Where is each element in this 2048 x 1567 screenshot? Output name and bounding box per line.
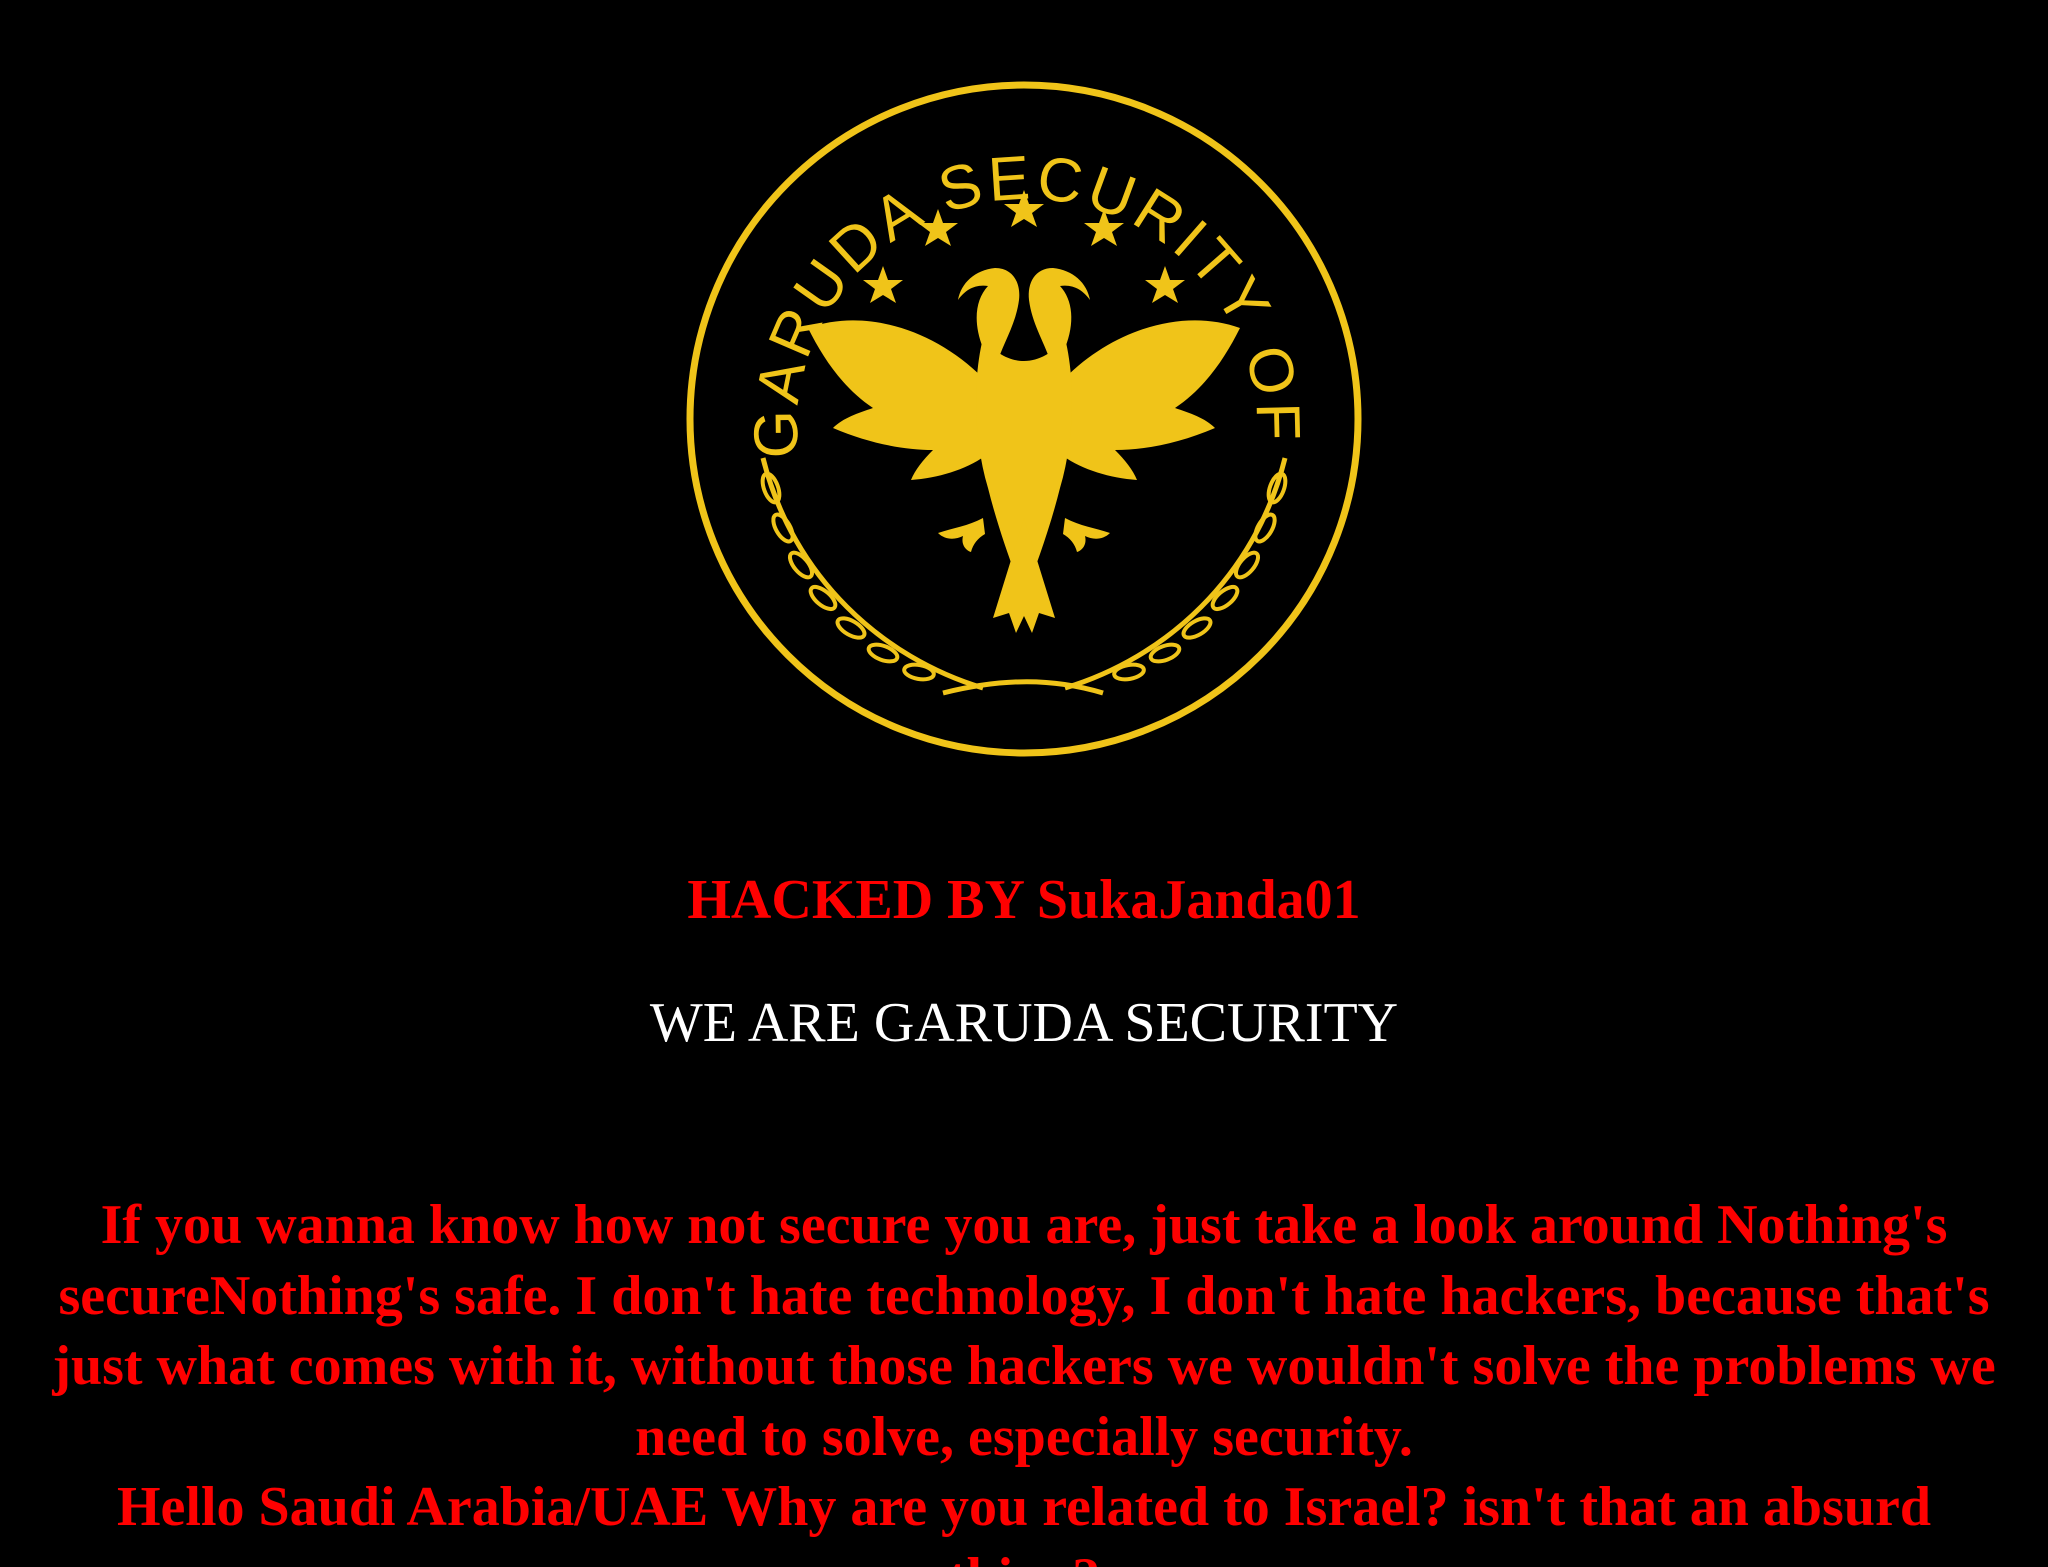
message-paragraph: If you wanna know how not secure you are… — [52, 1194, 1996, 1468]
emblem-svg: GARUDA SECURITY OFFICIAL — [683, 78, 1362, 757]
garuda-security-emblem: GARUDA SECURITY OFFICIAL — [683, 78, 1365, 760]
message-line-2: Hello Saudi Arabia/UAE Why are you relat… — [117, 1476, 1931, 1567]
double-headed-eagle-icon — [808, 268, 1240, 633]
hacked-by-heading: HACKED BY SukaJanda01 — [687, 869, 1361, 931]
tagline-text: WE ARE GARUDA SECURITY — [649, 992, 1399, 1054]
message-block: If you wanna know how not secure you are… — [40, 1190, 2008, 1567]
